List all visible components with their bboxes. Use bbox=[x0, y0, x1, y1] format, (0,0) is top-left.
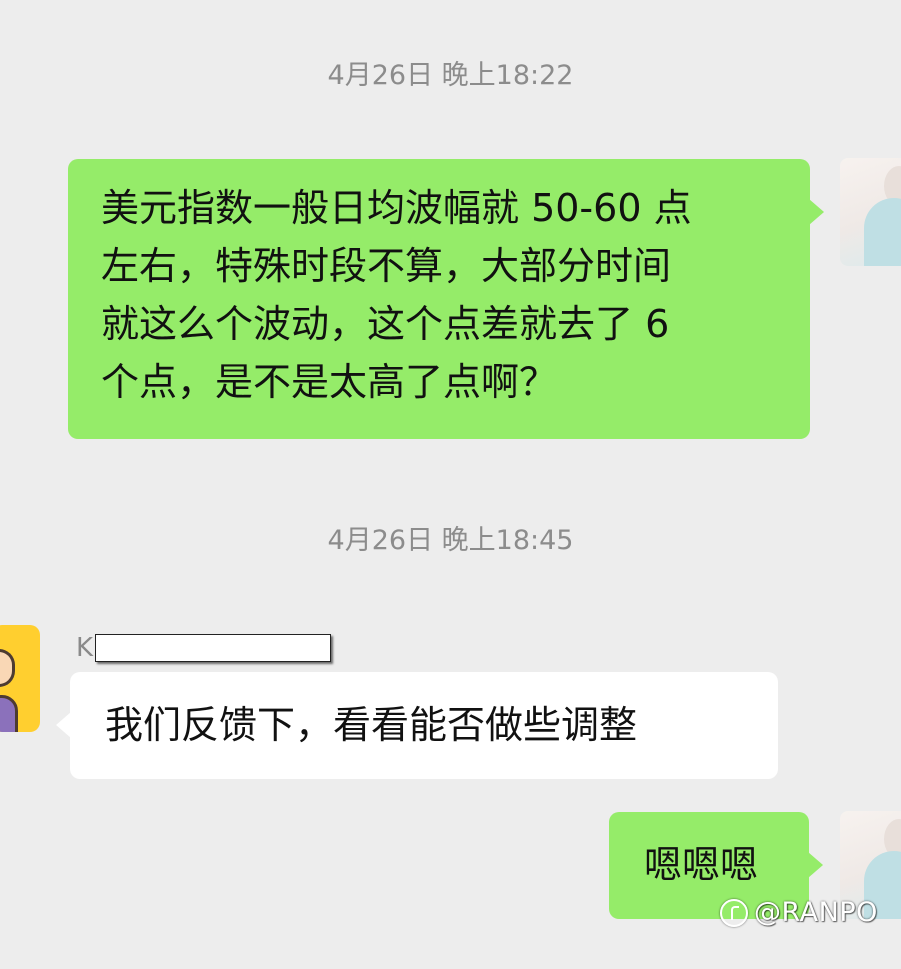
bubble-tail bbox=[809, 199, 824, 225]
redaction-box bbox=[95, 634, 332, 662]
sender-name: K bbox=[76, 632, 332, 664]
contact-avatar[interactable] bbox=[0, 625, 40, 732]
received-message-bubble[interactable]: 我们反馈下，看看能否做些调整 bbox=[56, 672, 778, 779]
sender-name-initial: K bbox=[76, 633, 94, 663]
timestamp: 4月26日 晚上18:45 bbox=[327, 525, 574, 556]
message-text: 我们反馈下，看看能否做些调整 bbox=[105, 703, 638, 747]
timestamp: 4月26日 晚上18:22 bbox=[327, 60, 574, 91]
message-text: 嗯嗯嗯 bbox=[644, 843, 759, 887]
bubble-tail bbox=[808, 852, 823, 878]
message-line: 就这么个波动，这个点差就去了 6 bbox=[101, 302, 670, 346]
avatar-body bbox=[0, 695, 18, 732]
self-avatar[interactable] bbox=[840, 158, 901, 266]
watermark: @RANPO bbox=[720, 897, 878, 928]
zhihu-logo-icon bbox=[720, 898, 748, 927]
message-line: 美元指数一般日均波幅就 50-60 点 bbox=[101, 186, 692, 230]
bubble-tail bbox=[56, 712, 71, 738]
watermark-text: @RANPO bbox=[754, 897, 878, 928]
avatar-head bbox=[0, 649, 15, 687]
avatar-figure bbox=[864, 198, 901, 266]
message-line: 个点，是不是太高了点啊？ bbox=[101, 360, 558, 404]
message-line: 左右，特殊时段不算，大部分时间 bbox=[101, 244, 672, 288]
sent-message-bubble[interactable]: 美元指数一般日均波幅就 50-60 点 左右，特殊时段不算，大部分时间 就这么个… bbox=[68, 159, 824, 439]
